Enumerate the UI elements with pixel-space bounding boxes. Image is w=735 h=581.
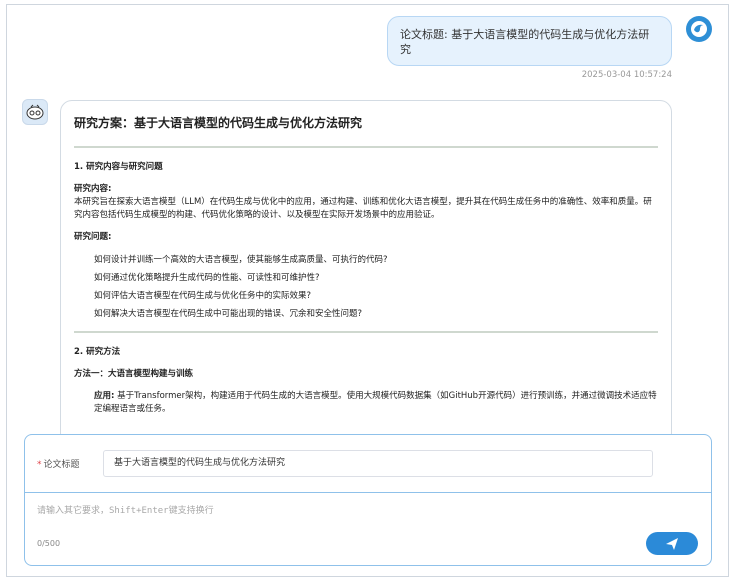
research-content-text: 本研究旨在探索大语言模型（LLM）在代码生成与优化中的应用，通过构建、训练和优化…: [74, 197, 652, 220]
section-heading-2: 2. 研究方法: [74, 347, 121, 357]
user-message-text: 论文标题: 基于大语言模型的代码生成与优化方法研究: [400, 28, 650, 56]
prompt-textarea[interactable]: 请输入其它要求，Shift+Enter键支持换行: [37, 503, 637, 525]
application-label: 应用:: [94, 391, 115, 401]
input-panel: * 论文标题 基于大语言模型的代码生成与优化方法研究 请输入其它要求，Shift+…: [24, 434, 712, 566]
research-content-label: 研究内容:: [74, 184, 112, 194]
list-item: 如何通过优化策略提升生成代码的性能、可读性和可维护性?: [94, 273, 320, 283]
application-text: 基于Transformer架构，构建适用于代码生成的大语言模型。使用大规模代码数…: [94, 391, 657, 414]
robot-avatar-icon: [26, 104, 44, 120]
section-heading-1: 1. 研究内容与研究问题: [74, 162, 163, 172]
title-input[interactable]: 基于大语言模型的代码生成与优化方法研究: [103, 450, 653, 477]
method-one-label: 方法一：大语言模型构建与训练: [74, 369, 194, 379]
answer-title: 研究方案：基于大语言模型的代码生成与优化方法研究: [74, 116, 363, 130]
user-message-bubble: 论文标题: 基于大语言模型的代码生成与优化方法研究: [387, 16, 672, 66]
message-timestamp: 2025-03-04 10:57:24: [581, 70, 672, 80]
bot-avatar: [22, 99, 48, 125]
method-application-text: 应用: 基于Transformer架构，构建适用于代码生成的大语言模型。使用大规…: [74, 390, 658, 416]
list-item: 如何解决大语言模型在代码生成中可能出现的错误、冗余和安全性问题?: [94, 309, 363, 319]
panel-divider: [25, 492, 711, 493]
title-field-row: * 论文标题 基于大语言模型的代码生成与优化方法研究: [37, 450, 653, 477]
title-field-label-text: 论文标题: [43, 460, 80, 470]
bird-avatar-icon: [691, 21, 707, 37]
answer-card: 研究方案：基于大语言模型的代码生成与优化方法研究 1. 研究内容与研究问题 研究…: [60, 100, 672, 445]
section-divider: [74, 331, 658, 333]
title-field-label: * 论文标题: [37, 457, 97, 470]
send-plane-icon: [666, 537, 678, 550]
user-avatar: [686, 16, 712, 42]
required-marker: *: [37, 460, 42, 470]
char-counter: 0/500: [37, 539, 61, 548]
research-questions-list: 如何设计并训练一个高效的大语言模型，使其能够生成高质量、可执行的代码? 如何通过…: [74, 254, 658, 321]
list-item: 如何评估大语言模型在代码生成与优化任务中的实际效果?: [94, 291, 312, 301]
research-questions-label: 研究问题:: [74, 232, 112, 242]
section-divider: [74, 146, 658, 148]
list-item: 如何设计并训练一个高效的大语言模型，使其能够生成高质量、可执行的代码?: [94, 255, 388, 265]
send-button[interactable]: [646, 532, 698, 555]
